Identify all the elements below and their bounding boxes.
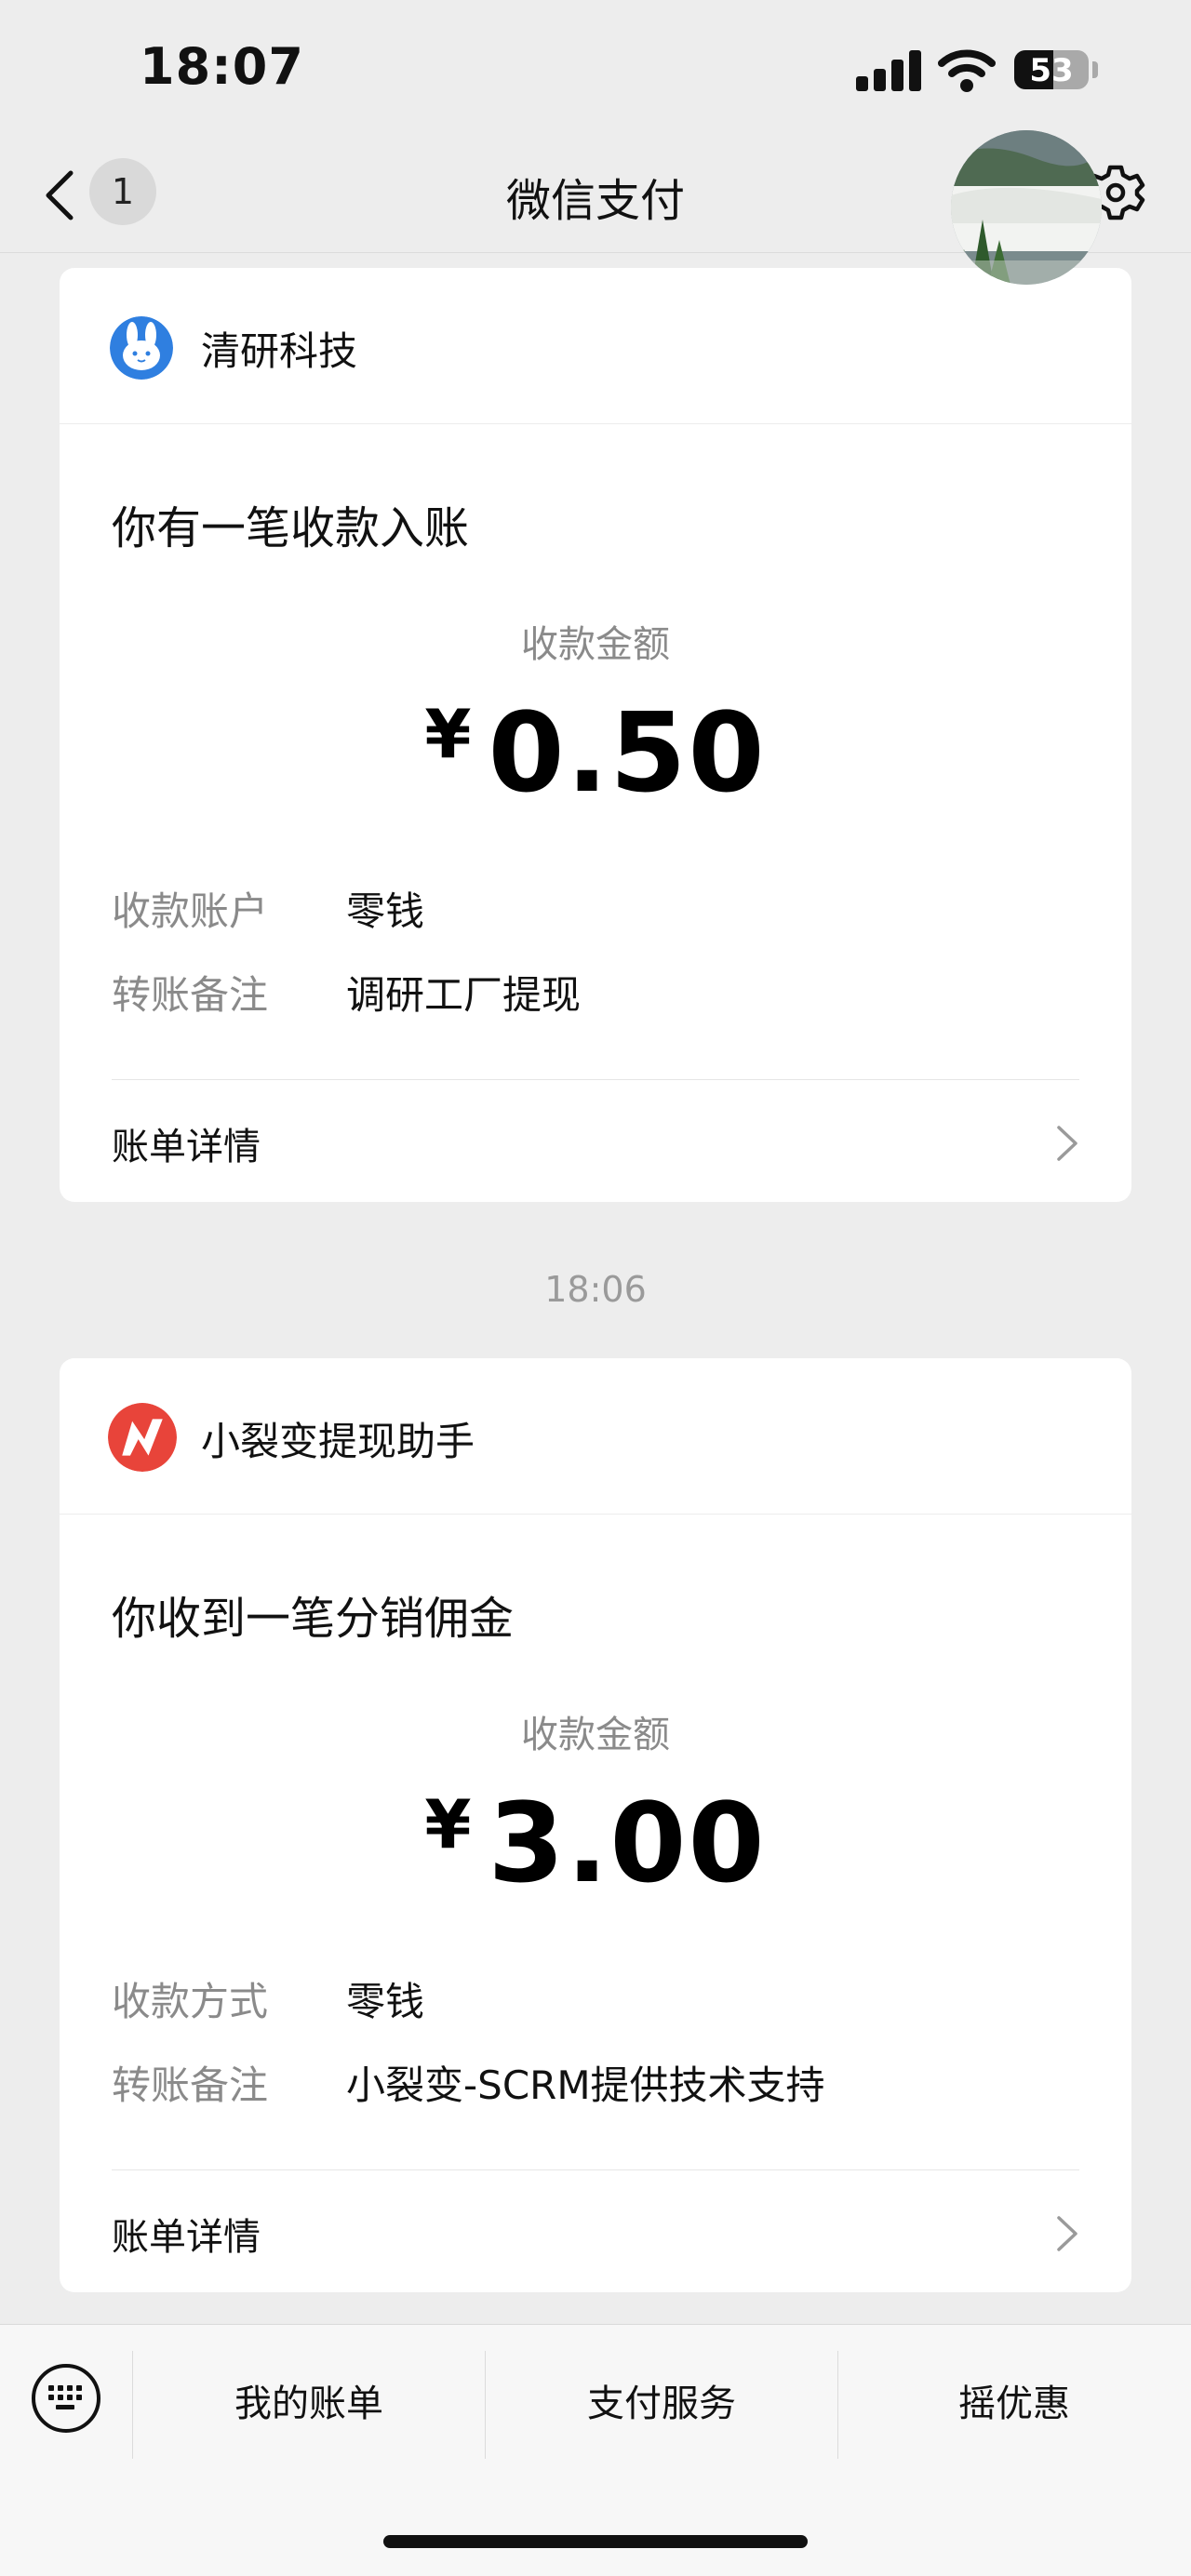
cellular-signal-icon xyxy=(856,48,921,91)
chevron-right-icon xyxy=(1057,1126,1077,1161)
home-indicator[interactable] xyxy=(383,2535,808,2548)
card-header: 小裂变提现助手 xyxy=(60,1358,1131,1515)
card-header: 清研科技 xyxy=(60,268,1131,424)
battery-tip xyxy=(1092,61,1098,78)
currency-symbol: ¥ xyxy=(424,695,472,773)
lightning-logo-icon xyxy=(108,1403,177,1472)
info-value: 零钱 xyxy=(346,1979,425,2024)
payment-message-card: 清研科技 你有一笔收款入账 收款金额 ¥0.50 收款账户 零钱 转账备注 调研… xyxy=(60,268,1131,1202)
amount-value: ¥3.00 xyxy=(60,1779,1131,1907)
info-key: 转账备注 xyxy=(112,2062,269,2108)
info-key: 转账备注 xyxy=(112,972,269,1018)
card-divider xyxy=(112,2169,1079,2170)
message-timestamp: 18:06 xyxy=(544,1269,647,1310)
status-time: 18:07 xyxy=(140,37,304,96)
avatar-image xyxy=(951,130,1102,285)
rabbit-logo-icon xyxy=(110,316,173,380)
avatar[interactable] xyxy=(951,130,1102,285)
keyboard-toggle-button[interactable] xyxy=(32,2364,100,2433)
currency-symbol: ¥ xyxy=(424,1785,472,1863)
info-key: 收款账户 xyxy=(112,888,269,934)
info-value: 调研工厂提现 xyxy=(346,972,582,1018)
amount-value: ¥0.50 xyxy=(60,688,1131,817)
bill-detail-label: 账单详情 xyxy=(112,1126,261,1168)
card-headline: 你收到一笔分销佣金 xyxy=(112,1593,515,1645)
amount-label: 收款金额 xyxy=(521,623,670,666)
info-value: 小裂变-SCRM提供技术支持 xyxy=(346,2062,825,2108)
chevron-right-icon xyxy=(1057,2216,1077,2251)
status-bar: 18:07 53 xyxy=(0,0,1191,140)
amount-number: 3.00 xyxy=(488,1779,767,1907)
info-key: 收款方式 xyxy=(112,1979,269,2024)
payment-message-card: 小裂变提现助手 你收到一笔分销佣金 收款金额 ¥3.00 收款方式 零钱 转账备… xyxy=(60,1358,1131,2292)
bill-detail-row[interactable]: 账单详情 xyxy=(60,1081,1131,1202)
menu-payment-services[interactable]: 支付服务 xyxy=(485,2373,838,2427)
bill-detail-label: 账单详情 xyxy=(112,2216,261,2259)
bill-detail-row[interactable]: 账单详情 xyxy=(60,2171,1131,2292)
info-value: 零钱 xyxy=(346,888,425,934)
keyboard-icon xyxy=(48,2385,82,2409)
wifi-icon xyxy=(938,49,996,92)
battery-percent: 53 xyxy=(1029,52,1074,89)
card-divider xyxy=(112,1079,1079,1080)
battery-icon: 53 xyxy=(1014,50,1089,89)
sender-name: 清研科技 xyxy=(201,328,358,374)
sender-name: 小裂变提现助手 xyxy=(201,1419,475,1464)
menu-my-bills[interactable]: 我的账单 xyxy=(132,2373,486,2427)
amount-number: 0.50 xyxy=(488,688,767,817)
card-headline: 你有一笔收款入账 xyxy=(112,502,470,554)
amount-label: 收款金额 xyxy=(521,1714,670,1756)
menu-shake-offers[interactable]: 摇优惠 xyxy=(837,2373,1191,2427)
